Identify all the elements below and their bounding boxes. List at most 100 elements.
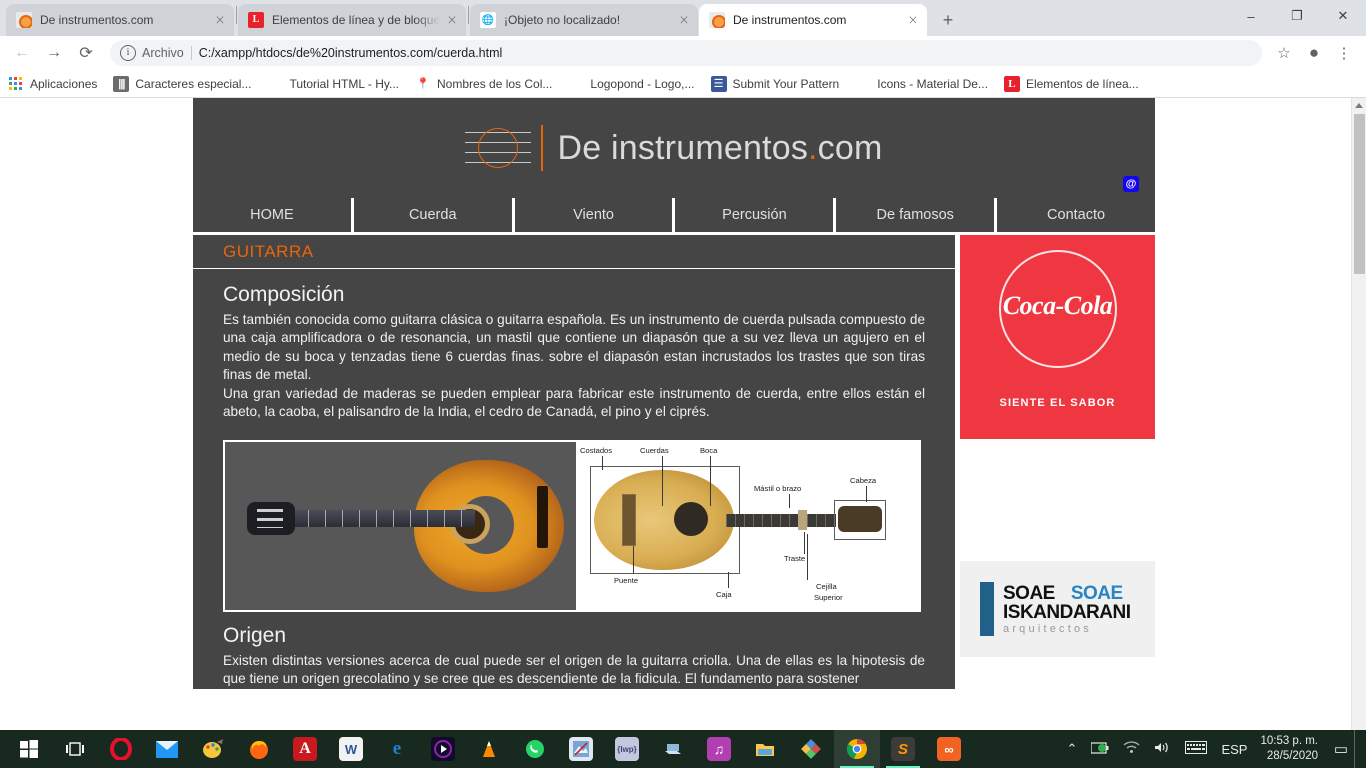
new-tab-button[interactable]: + <box>934 6 962 34</box>
scrollbar-thumb[interactable] <box>1354 114 1365 274</box>
coca-cola-slogan: SIENTE EL SABOR <box>999 397 1116 409</box>
site-logo[interactable]: De instrumentos.com <box>465 120 882 176</box>
taskbar-app-list: A W e {lwp} ♫ S ∞ <box>0 730 972 768</box>
sidebar-ads-column: Coca-Cola SIENTE EL SABOR SOAE SOAE ISKAN… <box>960 235 1155 689</box>
bookmark-elementos-linea[interactable]: L Elementos de línea... <box>1003 75 1139 92</box>
bookmark-logopond[interactable]: ▼ Logopond - Logo,... <box>568 76 695 92</box>
close-window-button[interactable]: ✕ <box>1320 0 1366 32</box>
vlc-cone-icon <box>477 737 501 761</box>
wifi-icon[interactable] <box>1116 741 1147 757</box>
word-app[interactable]: W <box>328 730 374 768</box>
vlc-app[interactable] <box>466 730 512 768</box>
nav-item-viento[interactable]: Viento <box>514 198 673 232</box>
avatar[interactable]: ● <box>1300 39 1328 67</box>
browser-tab-3[interactable]: 🌐 ¡Objeto no localizado! × <box>470 4 698 36</box>
tab-title: De instrumentos.com <box>40 13 154 27</box>
chrome-menu-icon[interactable]: ⋮ <box>1330 39 1358 67</box>
scanner-app[interactable] <box>650 730 696 768</box>
close-icon[interactable]: × <box>676 12 692 28</box>
close-icon[interactable]: × <box>905 12 921 28</box>
maximize-button[interactable]: ❐ <box>1274 0 1320 32</box>
lwp-app[interactable]: {lwp} <box>604 730 650 768</box>
close-icon[interactable]: × <box>212 12 228 28</box>
clock[interactable]: 10:53 p. m. 28/5/2020 <box>1254 734 1328 764</box>
nav-item-de-famosos[interactable]: De famosos <box>836 198 995 232</box>
chevron-up-icon[interactable]: ⌃ <box>1060 741 1085 757</box>
firefox-app[interactable] <box>236 730 282 768</box>
tab-separator <box>468 5 469 24</box>
info-icon[interactable]: i <box>120 45 136 61</box>
back-icon[interactable]: ← <box>8 39 36 67</box>
nav-item-percusion[interactable]: Percusión <box>675 198 834 232</box>
colors-app[interactable] <box>788 730 834 768</box>
mail-app[interactable] <box>144 730 190 768</box>
sublime-text-app[interactable]: S <box>880 730 926 768</box>
at-badge-icon[interactable]: @ <box>1123 176 1139 192</box>
keyboard-icon[interactable] <box>1178 741 1214 757</box>
show-desktop-button[interactable] <box>1354 730 1362 768</box>
xampp-app[interactable]: ∞ <box>926 730 972 768</box>
opera-icon <box>109 737 133 761</box>
minimize-button[interactable]: – <box>1228 0 1274 32</box>
opera-app[interactable] <box>98 730 144 768</box>
page-scrollbar[interactable] <box>1351 98 1366 730</box>
tab-title: De instrumentos.com <box>733 13 847 27</box>
bookmark-label: Elementos de línea... <box>1025 76 1139 91</box>
file-explorer-app[interactable] <box>742 730 788 768</box>
browser-tab-2[interactable]: L Elementos de línea y de bloque e × <box>238 4 466 36</box>
logopond-icon: ▼ <box>570 77 582 90</box>
browser-tab-1[interactable]: De instrumentos.com × <box>6 4 234 36</box>
reload-icon[interactable]: ⟳ <box>72 39 100 67</box>
bookmark-caracteres[interactable]: ||| Caracteres especial... <box>113 75 251 92</box>
task-view-button[interactable] <box>52 730 98 768</box>
soae-iskandarani-ad[interactable]: SOAE SOAE ISKANDARANI arquitectos <box>960 561 1155 657</box>
bookmark-material-icons[interactable]: ● Icons - Material De... <box>855 75 988 92</box>
nav-item-cuerda[interactable]: Cuerda <box>353 198 512 232</box>
paint-palette-icon <box>201 737 225 761</box>
forward-icon[interactable]: → <box>40 39 68 67</box>
url-text[interactable]: C:/xampp/htdocs/de%20instrumentos.com/cu… <box>199 46 503 60</box>
edge-app[interactable]: e <box>374 730 420 768</box>
edge-icon: e <box>392 738 402 759</box>
language-indicator[interactable]: ESP <box>1214 742 1254 757</box>
sublime-icon: S <box>891 737 915 761</box>
lwp-icon: {lwp} <box>615 737 639 761</box>
chrome-icon <box>845 737 869 761</box>
coca-cola-ad[interactable]: Coca-Cola SIENTE EL SABOR <box>960 235 1155 439</box>
bookmark-submit-pattern[interactable]: ☰ Submit Your Pattern <box>710 75 839 92</box>
nav-item-home[interactable]: HOME <box>193 198 351 232</box>
chrome-browser-window: De instrumentos.com × L Elementos de lín… <box>0 0 1366 730</box>
bookmark-nombres-colores[interactable]: 📍 Nombres de los Col... <box>415 76 552 92</box>
bookmark-tutorial-html[interactable]: T Tutorial HTML - Hy... <box>267 76 399 92</box>
start-button[interactable] <box>6 730 52 768</box>
music-app[interactable]: ♫ <box>696 730 742 768</box>
section-paragraph: Existen distintas versiones acerca de cu… <box>223 652 925 687</box>
map-pin-icon: 📍 <box>416 78 430 90</box>
section-heading-composicion: Composición <box>223 283 345 306</box>
diagram-label-caja: Caja <box>715 589 732 599</box>
media-player-icon <box>431 737 455 761</box>
editor-app[interactable] <box>558 730 604 768</box>
battery-icon[interactable] <box>1084 741 1116 757</box>
paint-app[interactable] <box>190 730 236 768</box>
coca-cola-logo-text: Coca-Cola <box>1002 291 1113 320</box>
whatsapp-app[interactable] <box>512 730 558 768</box>
diagram-label-cuerdas: Cuerdas <box>639 445 669 455</box>
volume-icon[interactable] <box>1147 741 1178 757</box>
bookmark-star-icon[interactable]: ☆ <box>1270 39 1298 67</box>
nav-item-contacto[interactable]: Contacto <box>997 198 1155 232</box>
browser-toolbar: ← → ⟳ i Archivo C:/xampp/htdocs/de%20ins… <box>0 36 1366 70</box>
chrome-app[interactable] <box>834 730 880 768</box>
clock-date: 28/5/2020 <box>1266 750 1318 762</box>
action-center-icon[interactable]: ▭ <box>1328 730 1354 768</box>
figure-row: Costados Cuerdas Boca Mástil o brazo Cab… <box>223 439 921 612</box>
site-nav: HOME Cuerda Viento Percusión De famosos … <box>193 198 1155 232</box>
browser-tab-4-active[interactable]: De instrumentos.com × <box>699 4 927 36</box>
scroll-up-icon[interactable] <box>1355 103 1363 108</box>
media-player-app[interactable] <box>420 730 466 768</box>
acrobat-app[interactable]: A <box>282 730 328 768</box>
pattern-icon: ☰ <box>710 75 727 92</box>
close-icon[interactable]: × <box>444 12 460 28</box>
bookmark-aplicaciones[interactable]: Aplicaciones <box>8 76 97 92</box>
address-bar[interactable]: i Archivo C:/xampp/htdocs/de%20instrumen… <box>110 40 1262 66</box>
